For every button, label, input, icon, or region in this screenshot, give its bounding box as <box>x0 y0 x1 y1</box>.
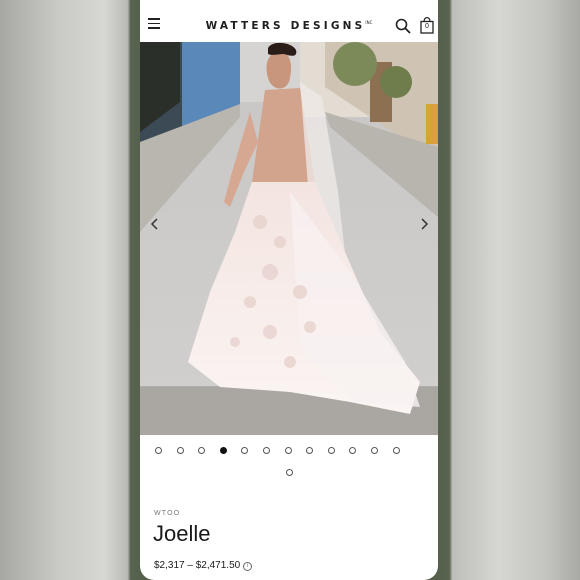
gallery-dot[interactable] <box>327 447 335 454</box>
price-range: $2,317 – $2,471.50 <box>154 560 241 571</box>
site-header: WATTERS DESIGNSINC 0 <box>140 0 438 42</box>
gallery-dot[interactable] <box>284 447 292 454</box>
gallery-dot[interactable] <box>371 447 378 454</box>
gallery-dot[interactable] <box>349 447 357 454</box>
info-icon[interactable]: i <box>243 562 253 571</box>
mobile-screen: WATTERS DESIGNSINC 0 WTOO Joelle $2,317 … <box>140 0 438 580</box>
cart-count: 0 <box>425 23 429 30</box>
product-image[interactable] <box>140 42 438 435</box>
search-icon[interactable] <box>395 18 411 34</box>
product-title: Joelle <box>153 521 211 546</box>
brand-name: WATTERS DESIGNS <box>205 20 366 32</box>
gallery-dot[interactable] <box>176 447 184 454</box>
gallery-dot[interactable] <box>285 469 293 476</box>
gallery-dot[interactable] <box>219 447 227 454</box>
shopping-bag-icon[interactable]: 0 <box>420 17 434 34</box>
brand-mark: INC <box>365 20 373 25</box>
price-range-row: $2,317 – $2,471.50 i <box>154 560 253 571</box>
menu-icon[interactable] <box>148 18 160 29</box>
gallery-dot[interactable] <box>306 447 314 454</box>
product-sku: WTOO <box>154 510 181 517</box>
gallery-dot[interactable] <box>241 447 249 454</box>
chevron-right-icon[interactable] <box>417 217 431 231</box>
gallery-dot[interactable] <box>198 447 206 454</box>
chevron-left-icon[interactable] <box>148 217 162 231</box>
gallery-dot[interactable] <box>155 447 162 454</box>
gallery-dot[interactable] <box>263 447 270 454</box>
brand-logo[interactable]: WATTERS DESIGNSINC <box>198 20 380 32</box>
gallery-dot[interactable] <box>392 447 400 454</box>
